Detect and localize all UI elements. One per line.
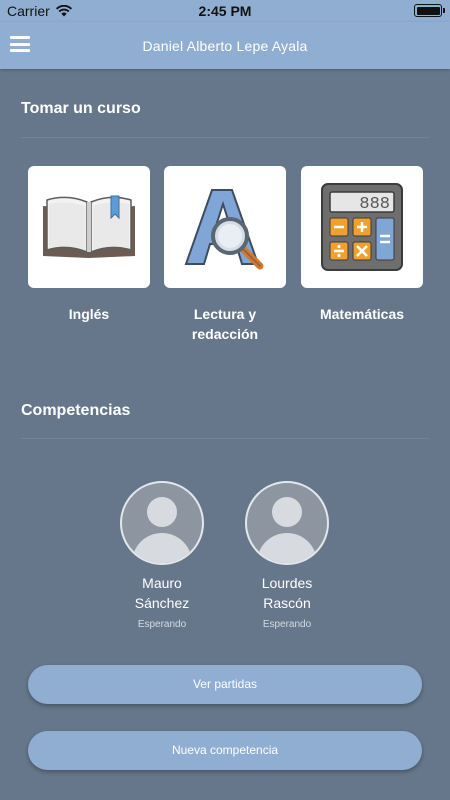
status-bar: Carrier 2:45 PM (0, 0, 450, 22)
section-divider (21, 137, 429, 138)
course-card[interactable]: 888 (301, 166, 423, 288)
competitor-last-name: Rascón (263, 595, 311, 611)
view-matches-button[interactable]: Ver partidas (28, 665, 422, 704)
letter-magnifier-icon (184, 189, 264, 270)
competitor-first-name: Lourdes (261, 575, 313, 591)
competitions-section-title: Competencias (21, 402, 131, 419)
calculator-icon: 888 (321, 183, 403, 271)
competitor-card[interactable]: Lourdes Rascón Esperando (237, 481, 337, 630)
open-book-icon (43, 195, 135, 258)
competitor-status: Esperando (137, 619, 187, 630)
calculator-display: 888 (359, 195, 390, 214)
competitor-name: Lourdes Rascón (237, 573, 337, 613)
competitor-last-name: Sánchez (134, 595, 190, 611)
battery-icon (414, 4, 445, 17)
competitor-status: Esperando (262, 619, 312, 630)
new-competition-button[interactable]: Nueva competencia (28, 731, 422, 770)
section-divider (21, 438, 429, 439)
course-lectura[interactable]: Lectura y redacción (164, 166, 286, 344)
course-label: Lectura y redacción (191, 306, 259, 342)
user-placeholder-icon (147, 497, 177, 527)
clock: 2:45 PM (198, 3, 252, 19)
courses-section-title: Tomar un curso (21, 100, 141, 117)
user-placeholder-icon (272, 497, 302, 527)
competitor-card[interactable]: Mauro Sánchez Esperando (112, 481, 212, 630)
course-ingles[interactable]: Inglés (28, 166, 150, 324)
competitor-first-name: Mauro (142, 575, 182, 591)
avatar (120, 481, 204, 565)
avatar (245, 481, 329, 565)
nav-title: Daniel Alberto Lepe Ayala (142, 38, 308, 54)
course-card[interactable] (28, 166, 150, 288)
course-card[interactable] (164, 166, 286, 288)
course-matematicas[interactable]: 888 Matemáticas (301, 166, 423, 324)
course-label: Matemáticas (319, 306, 405, 322)
course-label: Inglés (68, 306, 110, 322)
navigation-bar: Daniel Alberto Lepe Ayala (0, 22, 450, 69)
competitor-name: Mauro Sánchez (112, 573, 212, 613)
